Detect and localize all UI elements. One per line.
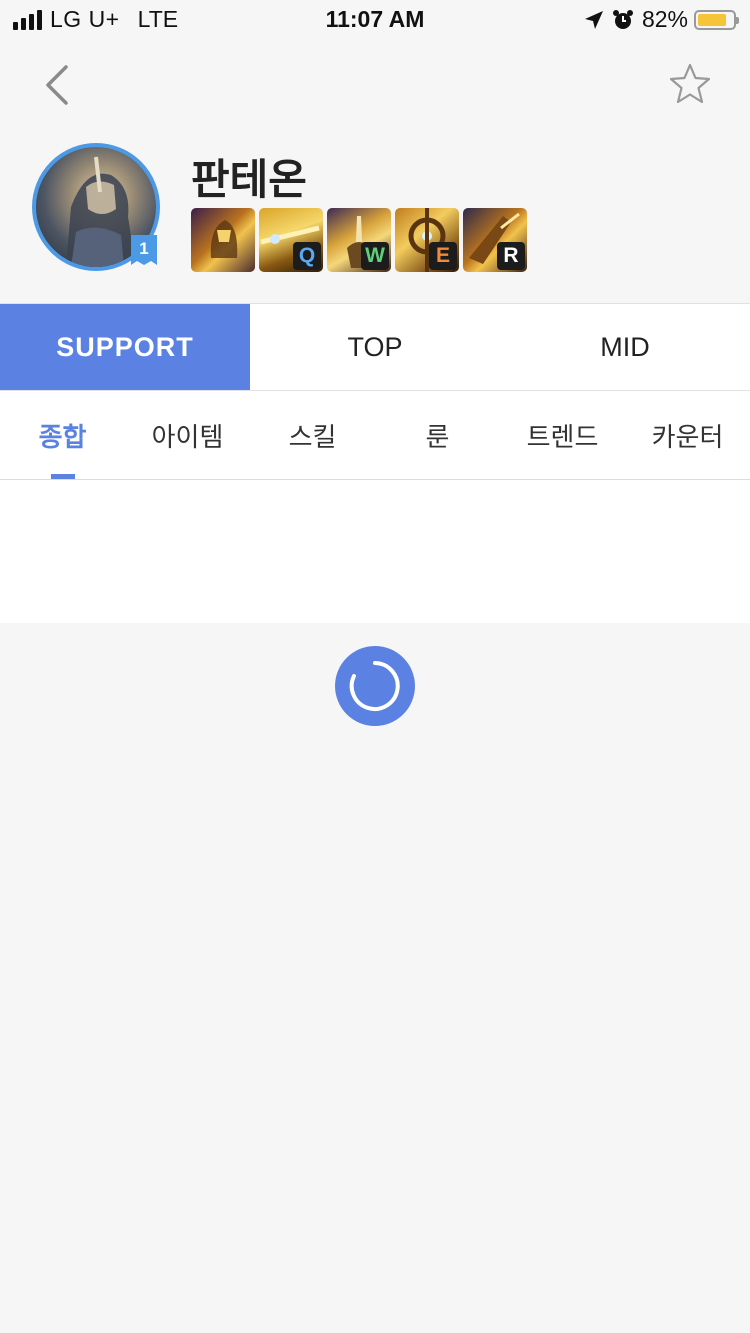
active-tab-indicator — [51, 474, 75, 479]
skill-e-icon[interactable]: E — [395, 208, 459, 272]
tab-runes-label: 룬 — [425, 421, 450, 452]
chevron-left-icon — [46, 65, 68, 105]
skill-q-key: Q — [293, 242, 321, 270]
tab-counters[interactable]: 카운터 — [625, 391, 750, 479]
loading-spinner-icon — [335, 646, 415, 726]
tab-overview-label: 종합 — [38, 421, 87, 452]
tab-runes[interactable]: 룬 — [375, 391, 500, 479]
skill-list: Q W E R — [191, 208, 527, 272]
tab-items-label: 아이템 — [151, 421, 224, 452]
content-area — [0, 480, 750, 623]
back-button[interactable] — [40, 62, 76, 108]
tab-overview[interactable]: 종합 — [0, 391, 125, 479]
rank-badge: 1 — [131, 235, 157, 267]
tab-trends[interactable]: 트렌드 — [500, 391, 625, 479]
battery-icon — [694, 9, 739, 30]
skill-passive-icon[interactable] — [191, 208, 255, 272]
skill-q-icon[interactable]: Q — [259, 208, 323, 272]
status-right: 82% — [584, 6, 739, 33]
role-tab-support[interactable]: SUPPORT — [0, 304, 250, 390]
skill-w-icon[interactable]: W — [327, 208, 391, 272]
alarm-icon — [612, 9, 634, 31]
role-tab-top[interactable]: TOP — [250, 304, 500, 390]
tab-items[interactable]: 아이템 — [125, 391, 250, 479]
favorite-button[interactable] — [668, 62, 712, 106]
skill-w-key: W — [361, 242, 389, 270]
tab-skills-label: 스킬 — [288, 421, 337, 452]
role-tabs: SUPPORT TOP MID — [0, 303, 750, 391]
champion-avatar: 1 — [32, 143, 160, 271]
battery-percent: 82% — [641, 6, 688, 32]
tab-counters-label: 카운터 — [651, 421, 724, 452]
tab-skills[interactable]: 스킬 — [250, 391, 375, 479]
section-tabs: 종합 아이템 스킬 룬 트렌드 카운터 — [0, 391, 750, 480]
status-bar: LG U+ LTE 11:07 AM 82% — [0, 0, 750, 42]
star-outline-icon — [669, 63, 711, 104]
champion-name: 판테온 — [191, 156, 307, 203]
skill-e-key: E — [429, 242, 457, 270]
skill-r-icon[interactable]: R — [463, 208, 527, 272]
location-arrow-icon — [584, 10, 604, 30]
role-tab-mid[interactable]: MID — [500, 304, 750, 390]
tab-trends-label: 트렌드 — [526, 421, 599, 452]
skill-r-key: R — [497, 242, 525, 270]
